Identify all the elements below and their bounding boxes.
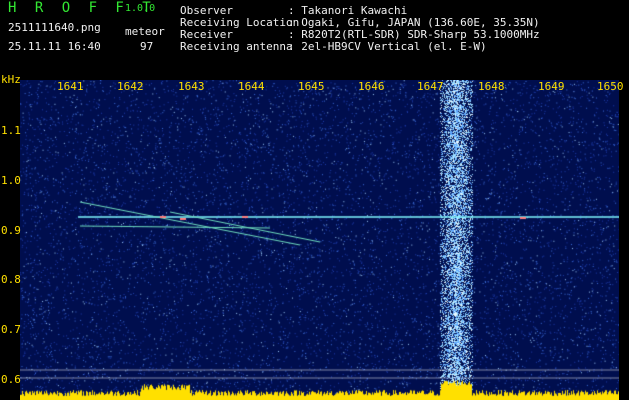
spectrogram-area (20, 80, 619, 400)
freq-tick-label: 1645 (298, 80, 325, 93)
amp-tick-label: 1.0 (1, 174, 21, 187)
freq-tick-label: 1647 (417, 80, 444, 93)
capture-datetime: 25.11.11 16:40 (8, 40, 101, 53)
amp-tick-label: 1.1 (1, 124, 21, 137)
freq-tick-label: 1642 (117, 80, 144, 93)
freq-tick-label: 1643 (178, 80, 205, 93)
event-type: meteor (125, 25, 165, 38)
antenna-label: Receiving antenna (180, 40, 293, 53)
amp-tick-label: 0.9 (1, 224, 21, 237)
amp-tick-label: 0.8 (1, 273, 21, 286)
antenna-value: : 2el-HB9CV Vertical (el. E-W) (288, 40, 487, 53)
unit-label: kHz (1, 73, 21, 86)
freq-tick-label: 1650 (597, 80, 624, 93)
app-version: 1.0.0 (125, 3, 156, 14)
image-filename: 2511111640.png (8, 21, 101, 34)
event-count: 97 (140, 40, 154, 53)
header-panel: H R O F F T 1.0.0 2511111640.png 25.11.1… (0, 0, 629, 75)
freq-tick-label: 1648 (478, 80, 505, 93)
spectrogram-canvas (20, 80, 619, 400)
freq-tick-label: 1644 (238, 80, 265, 93)
freq-tick-label: 1641 (57, 80, 84, 93)
freq-tick-label: 1649 (538, 80, 565, 93)
amp-tick-label: 0.7 (1, 323, 21, 336)
freq-tick-label: 1646 (358, 80, 385, 93)
amp-tick-label: 0.6 (1, 373, 21, 386)
